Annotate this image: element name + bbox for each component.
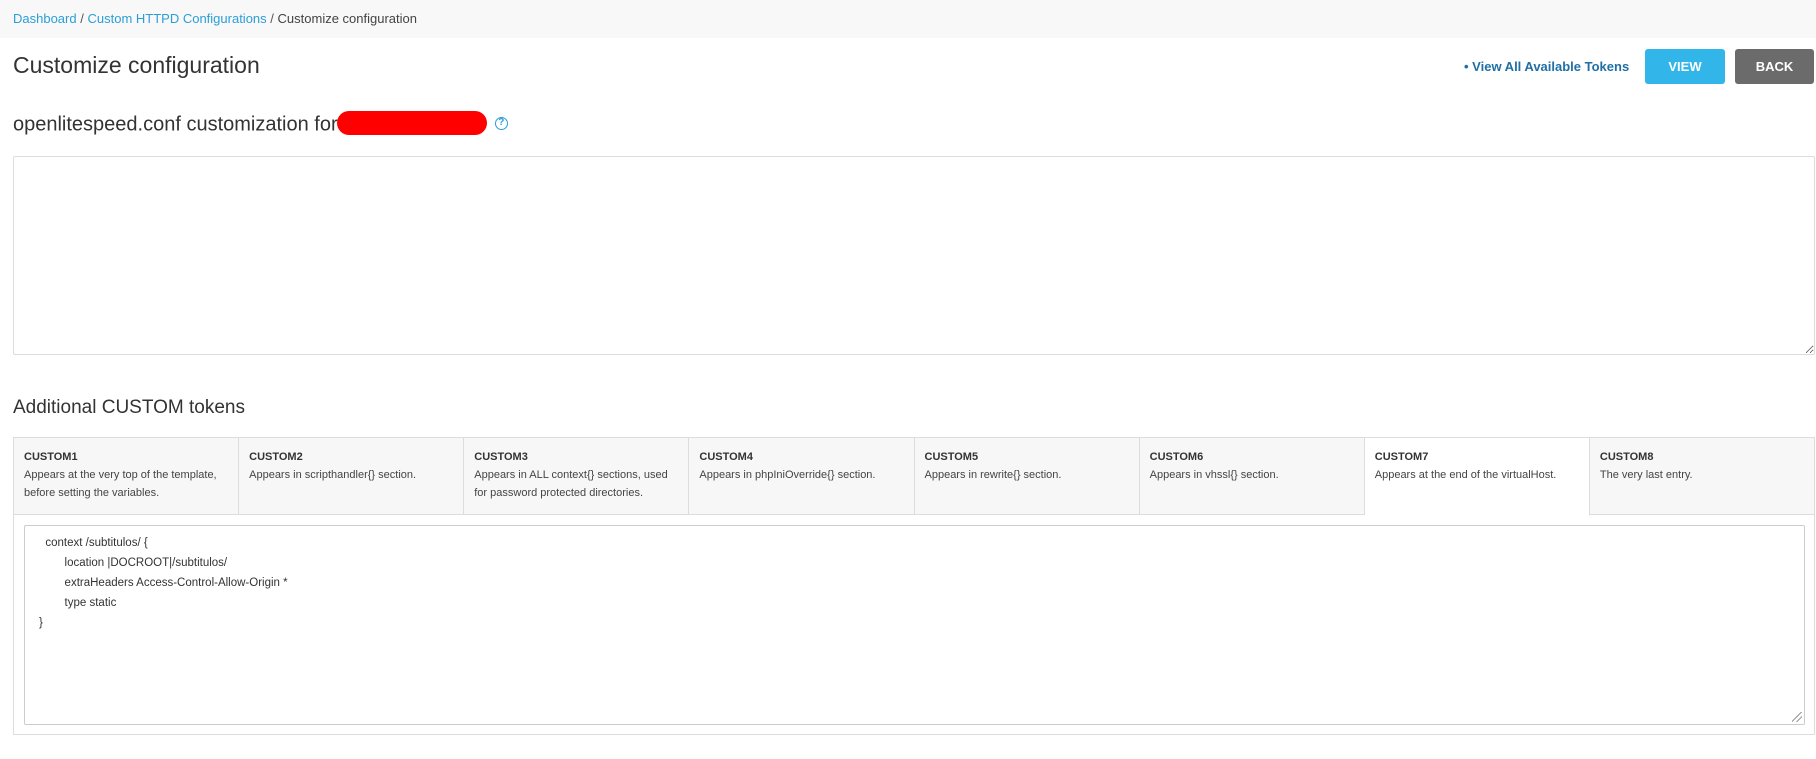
redacted-domain [337, 111, 488, 135]
tab-custom6[interactable]: CUSTOM6 Appears in vhssl{} section. [1139, 438, 1365, 514]
tab-custom8[interactable]: CUSTOM8 The very last entry. [1589, 438, 1814, 514]
tab-custom4[interactable]: CUSTOM4 Appears in phpIniOverride{} sect… [689, 438, 915, 514]
back-button[interactable]: BACK [1735, 49, 1814, 84]
tab-description: Appears in vhssl{} section. [1149, 469, 1279, 481]
tab-description: The very last entry. [1599, 469, 1693, 481]
code-line: } [39, 617, 43, 629]
help-icon[interactable]: ? [494, 116, 508, 130]
config-editor[interactable] [13, 156, 1815, 355]
tab-custom2[interactable]: CUSTOM2 Appears in scripthandler{} secti… [239, 438, 465, 514]
tab-name: CUSTOM8 [1599, 451, 1654, 463]
tab-description: Appears at the end of the virtualHost. [1374, 469, 1557, 481]
code-line: context /subtitulos/ { [39, 537, 148, 549]
resize-handle-icon[interactable] [1792, 712, 1802, 722]
tab-name: CUSTOM1 [24, 451, 78, 463]
tab-custom1[interactable]: CUSTOM1 Appears at the very top of the t… [14, 438, 240, 514]
tab-name: CUSTOM4 [699, 451, 753, 463]
tab-description: Appears in phpIniOverride{} section. [699, 469, 876, 481]
custom7-editor[interactable]: context /subtitulos/ { location |DOCROOT… [24, 525, 1805, 725]
view-all-tokens-link[interactable]: • View All Available Tokens [1464, 59, 1629, 74]
breadcrumb-separator: / [80, 11, 84, 26]
tab-name: CUSTOM7 [1374, 451, 1429, 463]
custom-tokens-panel: CUSTOM1 Appears at the very top of the t… [13, 437, 1815, 735]
code-line: type static [39, 597, 117, 609]
tab-description: Appears in rewrite{} section. [924, 469, 1062, 481]
tab-description: Appears at the very top of the template,… [24, 469, 217, 499]
tab-custom5[interactable]: CUSTOM5 Appears in rewrite{} section. [914, 438, 1140, 514]
page-title: Customize configuration [13, 52, 260, 78]
code-line: extraHeaders Access-Control-Allow-Origin… [39, 577, 288, 589]
tab-name: CUSTOM5 [924, 451, 979, 463]
tab-name: CUSTOM3 [474, 451, 528, 463]
breadcrumb-custom-httpd-link[interactable]: Custom HTTPD Configurations [87, 11, 266, 26]
breadcrumb: Dashboard / Custom HTTPD Configurations … [0, 0, 1816, 38]
tab-description: Appears in scripthandler{} section. [249, 469, 417, 481]
tab-description: Appears in ALL context{} sections, used … [474, 469, 668, 499]
tab-custom3[interactable]: CUSTOM3 Appears in ALL context{} section… [464, 438, 690, 514]
breadcrumb-separator: / [270, 11, 274, 26]
breadcrumb-dashboard-link[interactable]: Dashboard [13, 11, 77, 26]
custom-tokens-title: Additional CUSTOM tokens [13, 397, 245, 418]
config-section-title-text: openlitespeed.conf customization for [13, 113, 338, 136]
tab-name: CUSTOM2 [249, 451, 303, 463]
config-section-title: openlitespeed.conf customization for ? [13, 111, 508, 137]
view-button[interactable]: VIEW [1645, 49, 1725, 84]
tab-custom7[interactable]: CUSTOM7 Appears at the end of the virtua… [1364, 438, 1590, 516]
code-line: location |DOCROOT|/subtitulos/ [39, 557, 228, 569]
custom-tokens-tabs: CUSTOM1 Appears at the very top of the t… [14, 438, 1814, 516]
breadcrumb-current: Customize configuration [277, 11, 417, 26]
tab-name: CUSTOM6 [1149, 451, 1204, 463]
